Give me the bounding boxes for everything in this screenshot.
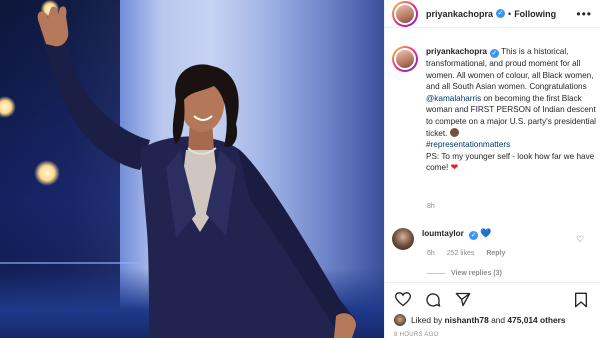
speaker-figure bbox=[37, 6, 356, 338]
following-button[interactable]: Following bbox=[514, 9, 556, 19]
share-icon[interactable] bbox=[454, 291, 472, 309]
comment-time: 6h bbox=[427, 250, 435, 257]
hashtag-link[interactable]: #representationmatters bbox=[426, 140, 510, 149]
post-caption: priyankachopra ✓ This is a historical, tr… bbox=[392, 46, 596, 174]
verified-badge-icon: ✓ bbox=[496, 9, 506, 18]
emoji-icon bbox=[449, 127, 459, 137]
author-avatar[interactable] bbox=[392, 0, 418, 27]
caption-time: 8h bbox=[427, 203, 435, 210]
likes-prefix: Liked by bbox=[411, 315, 443, 325]
liker-avatar bbox=[394, 314, 406, 326]
liker-username[interactable]: nishanth78 bbox=[445, 315, 489, 325]
caption-avatar[interactable] bbox=[392, 46, 418, 72]
comment-like-heart-icon[interactable]: ♡ bbox=[576, 234, 584, 245]
blue-heart-emoji-icon: 💙 bbox=[480, 228, 492, 238]
likes-middle: and bbox=[491, 315, 506, 325]
comment-row: loumtaylor ✓ 💙 bbox=[392, 228, 596, 250]
comment-icon[interactable] bbox=[424, 291, 442, 309]
comment-likes[interactable]: 252 likes bbox=[447, 250, 475, 257]
header-separator: • bbox=[508, 8, 512, 19]
post-photo[interactable] bbox=[0, 0, 384, 338]
mention-link[interactable]: @kamalaharris bbox=[426, 94, 481, 103]
like-heart-icon[interactable] bbox=[394, 291, 412, 309]
caption-username[interactable]: priyankachopra bbox=[426, 47, 487, 56]
verified-badge-icon: ✓ bbox=[469, 231, 479, 240]
author-username[interactable]: priyankachopra bbox=[426, 9, 493, 19]
post-timestamp: 8 HOURS AGO bbox=[394, 332, 439, 338]
likes-others[interactable]: 475,014 others bbox=[507, 315, 565, 325]
more-dots-icon[interactable]: ••• bbox=[576, 7, 592, 21]
red-heart-emoji-icon: ❤ bbox=[450, 162, 459, 173]
save-bookmark-icon[interactable] bbox=[572, 291, 590, 309]
reply-button[interactable]: Reply bbox=[486, 250, 505, 257]
commenter-avatar[interactable] bbox=[392, 228, 414, 250]
view-replies-button[interactable]: View replies (3) bbox=[427, 270, 502, 277]
verified-badge-icon: ✓ bbox=[489, 49, 499, 58]
post-actions bbox=[384, 282, 600, 316]
commenter-username[interactable]: loumtaylor bbox=[422, 229, 464, 238]
post-header: priyankachopra ✓ • Following ••• bbox=[384, 0, 600, 28]
likes-summary: Liked by nishanth78 and 475,014 others bbox=[394, 314, 566, 326]
comment-meta: 6h 252 likes Reply bbox=[427, 250, 515, 257]
caption-text: priyankachopra ✓ This is a historical, tr… bbox=[426, 46, 596, 174]
